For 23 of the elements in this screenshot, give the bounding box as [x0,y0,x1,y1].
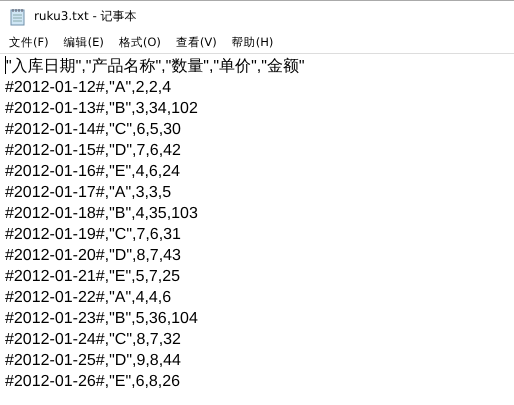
text-line: #2012-01-13#,"B",3,34,102 [5,99,198,119]
menu-item[interactable]: 文件(F) [4,33,54,52]
text-line: #2012-01-20#,"D",8,7,43 [5,246,181,266]
menu-item[interactable]: 帮助(H) [226,33,278,52]
text-line: #2012-01-12#,"A",2,2,4 [5,78,172,98]
text-line: #2012-01-16#,"E",4,6,24 [5,162,180,182]
window-title: ruku3.txt - 记事本 [34,8,137,25]
text-line: #2012-01-22#,"A",4,4,6 [5,288,172,308]
text-line: #2012-01-18#,"B",4,35,103 [5,204,198,224]
text-line: #2012-01-19#,"C",7,6,31 [5,225,181,245]
menu-item[interactable]: 查看(V) [170,33,222,52]
text-line: #2012-01-24#,"C",8,7,32 [5,330,181,350]
menu-item[interactable]: 格式(O) [114,33,166,52]
text-line: #2012-01-21#,"E",5,7,25 [5,267,180,287]
text-line: #2012-01-26#,"E",6,8,26 [5,372,180,392]
text-line: #2012-01-14#,"C",6,5,30 [5,120,181,140]
menu-item[interactable]: 编辑(E) [58,33,109,52]
notepad-icon [10,8,26,26]
text-line: #2012-01-17#,"A",3,3,5 [5,183,172,203]
text-line: #2012-01-25#,"D",9,8,44 [5,351,181,371]
text-line: #2012-01-15#,"D",7,6,42 [5,141,181,161]
text-line: #2012-01-23#,"B",5,36,104 [5,309,198,329]
text-line: "入库日期","产品名称","数量","单价","金额" [5,56,305,77]
